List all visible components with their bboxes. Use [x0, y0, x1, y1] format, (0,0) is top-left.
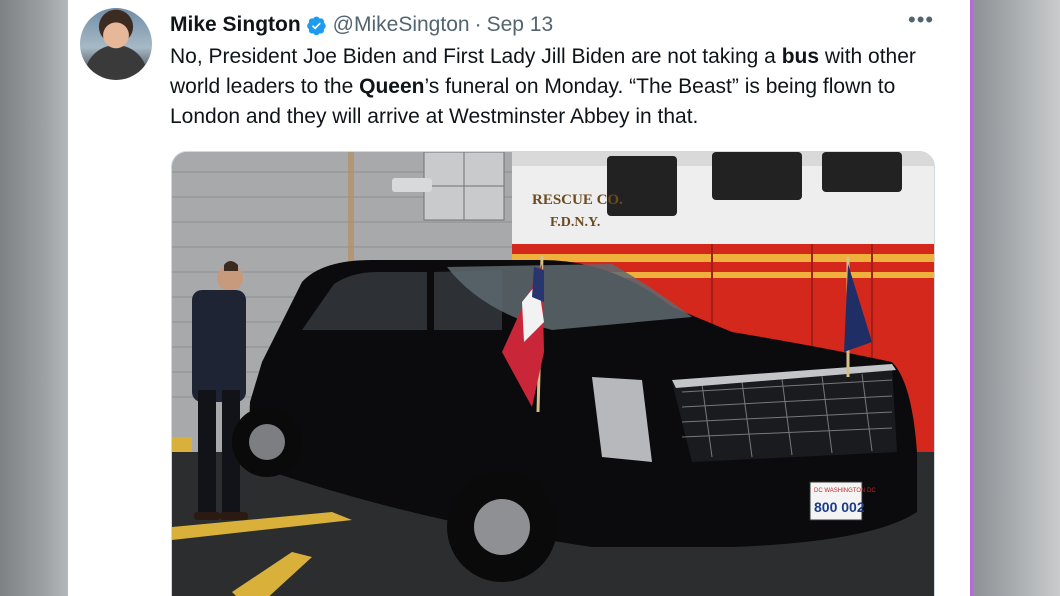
verified-badge-icon — [306, 15, 327, 36]
tweet-card[interactable]: Mike Sington @MikeSington · Sep 13 ••• N… — [68, 0, 970, 596]
truck-label-line1: RESCUE CO. — [532, 192, 623, 208]
tweet-photo[interactable]: RESCUE CO. F.D.N.Y. DC WASHINGTON DC 800… — [171, 151, 935, 596]
more-options-icon[interactable]: ••• — [908, 9, 934, 36]
author-handle[interactable]: @MikeSington — [333, 13, 470, 37]
background-accent — [970, 0, 973, 596]
tweet-text: No, President Joe Biden and First Lady J… — [170, 42, 940, 132]
tweet-text-bold: bus — [781, 45, 820, 68]
plate-top-text: DC WASHINGTON DC — [814, 488, 876, 494]
truck-label-line2: F.D.N.Y. — [550, 215, 600, 230]
separator-dot: · — [474, 13, 482, 36]
security-camera — [392, 178, 432, 192]
author-name[interactable]: Mike Sington — [170, 13, 301, 37]
background-right — [970, 0, 1060, 596]
tweet-date[interactable]: Sep 13 — [487, 13, 554, 37]
tweet-text-run: No, President Joe Biden and First Lady J… — [170, 45, 782, 68]
background-left — [0, 0, 68, 596]
plate-number: 800 002 — [814, 499, 865, 515]
tweet-text-bold: Queen — [359, 75, 425, 98]
avatar[interactable] — [80, 8, 152, 80]
tweet-header: Mike Sington @MikeSington · Sep 13 — [170, 10, 553, 40]
